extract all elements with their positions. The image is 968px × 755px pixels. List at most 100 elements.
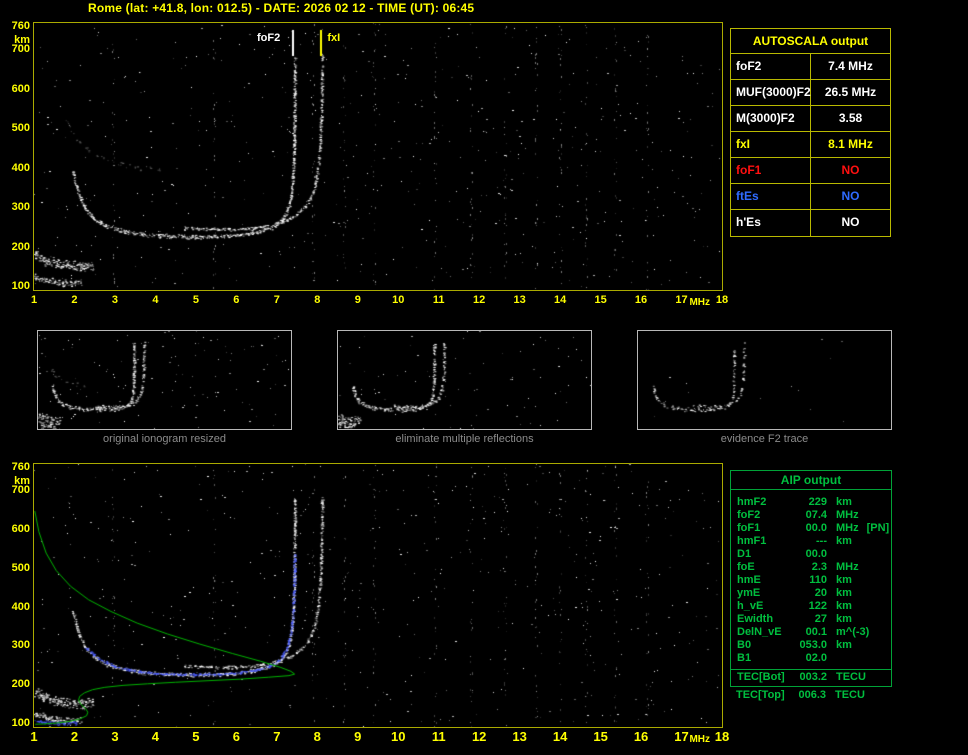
x-axis-tick-3: 3 — [111, 729, 119, 744]
aip-row-B0: B0 053.0 km — [731, 639, 891, 652]
aip-rows: hmF2 229 km foF2 07.4 MHz foF1 00.0 MHz [PN] hmF1 -… — [731, 490, 891, 665]
aip-row-hmE-label: hmE — [737, 574, 761, 586]
aip-row-D1: D1 00.0 — [731, 548, 891, 561]
x-axis-tick-6: 6 — [233, 294, 240, 306]
aip-row-Ewidth-label: Ewidth — [737, 613, 774, 625]
aip-row-D1-label: D1 — [737, 548, 752, 560]
aip-row-B1-label: B1 — [737, 652, 752, 664]
aip-row-foF1-extra: [PN] — [866, 522, 890, 534]
x-axis-tick-2: 2 — [70, 729, 79, 744]
autoscala-param-label: M(3000)F2 — [731, 106, 811, 131]
aip-row-Ewidth-value: 27 — [814, 613, 827, 625]
x-axis-tick-12: 12 — [471, 729, 487, 744]
aip-row-ymE-label: ymE — [737, 587, 761, 599]
x-axis-tick-4: 4 — [152, 294, 159, 306]
aip-row-B0-label: B0 — [737, 639, 752, 651]
aip-tec-top-section: TEC[Top] 006.3 TECU — [730, 687, 892, 702]
x-axis-tick-11: 11 — [431, 729, 446, 744]
thumbnail-original-ionogram — [37, 330, 292, 430]
y-axis-tick-100: 100 — [11, 280, 30, 293]
aip-row-hmF2-value: 229 — [808, 496, 827, 508]
aip-row-foF2: foF2 07.4 MHz — [731, 509, 891, 522]
aip-row-hmF2-label: hmF2 — [737, 496, 767, 508]
x-axis-tick-10: 10 — [392, 294, 405, 306]
autoscala-param-label: h'Es — [731, 210, 811, 236]
aip-output-box: AIP output hmF2 229 km foF2 07.4 MHz foF1 00.0 M… — [730, 470, 892, 687]
autoscala-panel-title: AUTOSCALA output — [731, 29, 890, 54]
x-axis-tick-2: 2 — [71, 294, 78, 306]
autoscala-param-label: foF2 — [731, 54, 811, 79]
aip-row-DelN_vE-value: 00.1 — [805, 626, 827, 638]
x-axis-tick-15: 15 — [594, 294, 607, 306]
y-axis-tick-700: 700 — [11, 43, 30, 56]
y-axis-tick-300: 300 — [11, 201, 30, 214]
aip-row-hmE-unit: km — [836, 574, 852, 586]
aip-row-B0-unit: km — [836, 639, 852, 651]
aip-row-Ewidth-unit: km — [836, 613, 852, 625]
aip-row-B1: B1 02.0 — [731, 652, 891, 665]
aip-row-B1-value: 02.0 — [805, 652, 827, 664]
x-axis-tick-1: 1 — [30, 729, 38, 744]
x-axis-tick-3: 3 — [111, 294, 118, 306]
aip-row-B1-unit — [827, 652, 836, 665]
aip-row-ymE: ymE 20 km — [731, 587, 891, 600]
autoscala-param-label: MUF(3000)F2 — [731, 80, 811, 105]
aip-row-foF1-value: 00.0 — [805, 522, 827, 534]
y-axis-tick-600: 600 — [11, 82, 30, 95]
autoscala-row-foF1: foF1 NO — [731, 158, 890, 184]
x-axis-tick-16: 16 — [634, 294, 648, 306]
autoscala-rows: foF2 7.4 MHz MUF(3000)F2 26.5 MHz M(3000)F2 3… — [731, 54, 890, 236]
y-axis-tick-400: 400 — [11, 600, 30, 613]
aip-row-hmE-value: 110 — [809, 574, 827, 586]
autoscala-param-label: foF1 — [731, 158, 811, 183]
aip-row-foE-unit: MHz — [836, 561, 859, 573]
x-axis-tick-18: 18 — [715, 294, 729, 306]
aip-row-DelN_vE-label: DelN_vE — [737, 626, 782, 638]
autoscala-param-label: ftEs — [731, 184, 811, 209]
x-axis-tick-17: 17 — [674, 729, 689, 744]
aip-row-foF1-label: foF1 — [737, 522, 761, 534]
autoscala-app-window: Rome (lat: +41.8, lon: 012.5) - DATE: 20… — [0, 0, 968, 755]
aip-row-foE-label: foE — [737, 561, 755, 573]
autoscala-row-M(3000)F2: M(3000)F2 3.58 — [731, 106, 890, 132]
ionogram-plot-main — [33, 22, 723, 291]
y-axis-tick-500: 500 — [11, 122, 30, 135]
y-axis-tick-200: 200 — [11, 678, 30, 691]
y-axis-tick-760: 760 — [11, 460, 30, 473]
aip-row-DelN_vE: DelN_vE 00.1 m^(-3) — [731, 626, 891, 639]
thumbnail-canvas-eliminate-multiples — [338, 331, 591, 429]
x-axis-tick-6: 6 — [232, 729, 240, 744]
aip-row-tec-top-unit: TECU — [835, 689, 865, 701]
y-axis-unit-label: km — [14, 33, 30, 46]
x-axis-tick-11: 11 — [432, 294, 445, 306]
x-axis-tick-13: 13 — [512, 729, 527, 744]
aip-row-hmF1-value: --- — [816, 535, 827, 547]
x-axis-tick-5: 5 — [192, 294, 199, 306]
aip-row-tec-top: TEC[Top] 006.3 TECU — [730, 689, 892, 702]
x-axis-tick-16: 16 — [633, 729, 649, 744]
y-axis-tick-200: 200 — [11, 240, 30, 253]
aip-row-h_vE-value: 122 — [808, 600, 827, 612]
x-axis-tick-14: 14 — [553, 294, 567, 306]
autoscala-param-value: 7.4 MHz — [828, 59, 873, 73]
thumbnail-evidence-f2 — [637, 330, 892, 430]
y-axis-tick-600: 600 — [11, 522, 30, 535]
x-axis-tick-14: 14 — [552, 729, 568, 744]
autoscala-row-foF2: foF2 7.4 MHz — [731, 54, 890, 80]
thumbnail-caption-eliminate-multiples: eliminate multiple reflections — [395, 433, 534, 445]
aip-row-h_vE-label: h_vE — [737, 600, 764, 612]
aip-row-hmF1-unit: km — [836, 535, 852, 547]
aip-row-D1-unit — [827, 548, 836, 561]
aip-row-tec-bot-label: TEC[Bot] — [737, 671, 785, 683]
x-axis-tick-18: 18 — [714, 729, 730, 744]
thumbnail-canvas-original — [38, 331, 291, 429]
x-axis-tick-9: 9 — [354, 729, 362, 744]
aip-row-hmF1-label: hmF1 — [737, 535, 767, 547]
aip-row-hmF1: hmF1 --- km — [731, 535, 891, 548]
thumbnail-eliminate-multiples — [337, 330, 592, 430]
autoscala-row-ftEs: ftEs NO — [731, 184, 890, 210]
aip-row-foF1: foF1 00.0 MHz [PN] — [731, 522, 891, 535]
aip-row-tec-bot-unit: TECU — [836, 671, 866, 683]
aip-row-ymE-value: 20 — [814, 587, 827, 599]
aip-row-hmF2-unit: km — [836, 496, 852, 508]
